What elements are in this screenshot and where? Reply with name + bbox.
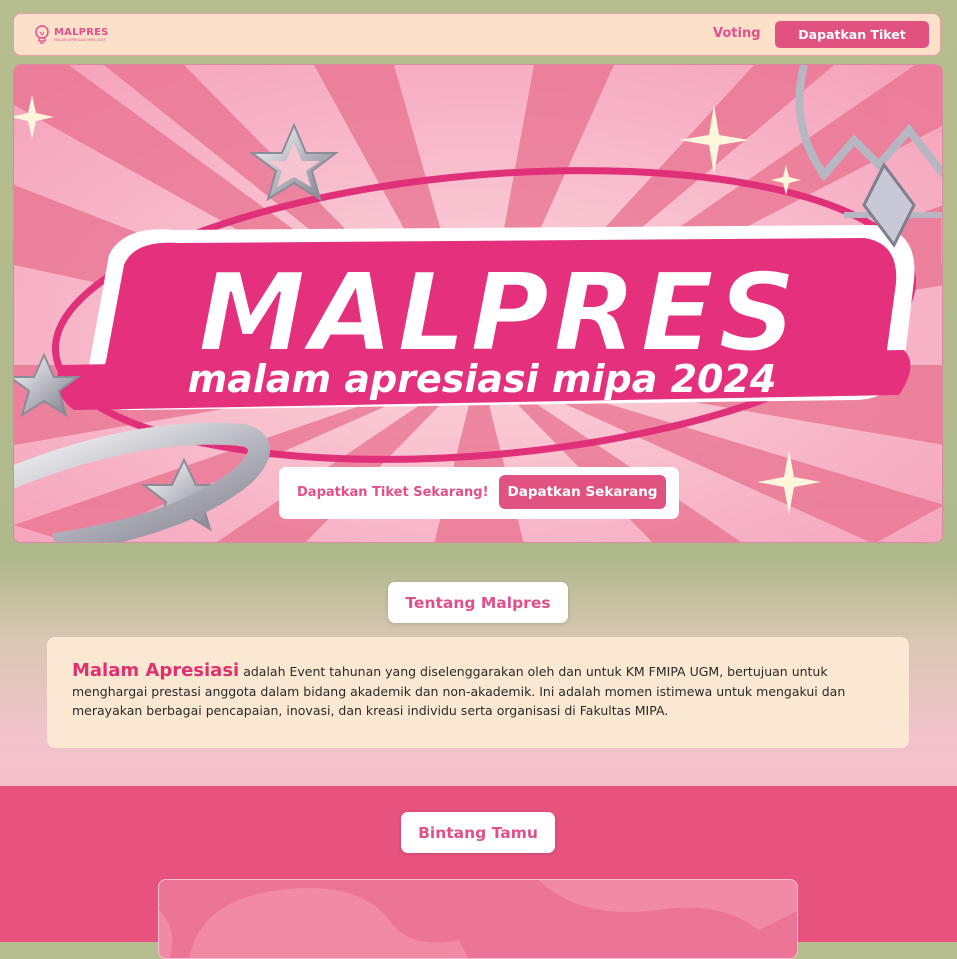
hero-cta-box: Dapatkan Tiket Sekarang! Dapatkan Sekara… xyxy=(279,467,679,519)
logo-name: MALPRES xyxy=(54,26,109,38)
get-ticket-button[interactable]: Dapatkan Tiket xyxy=(775,21,929,48)
get-now-button[interactable]: Dapatkan Sekarang xyxy=(499,475,666,509)
hero-banner: MALPRES malam apresiasi mipa 2024 Dapatk… xyxy=(13,64,943,543)
voting-link[interactable]: Voting xyxy=(713,26,761,41)
navbar: MALPRES MALAM APRESIASI MIPA 2024 Voting… xyxy=(13,13,941,56)
about-heading: Tentang Malpres xyxy=(388,582,568,623)
logo-subtitle: MALAM APRESIASI MIPA 2024 xyxy=(54,37,106,42)
guest-section: Bintang Tamu xyxy=(0,786,957,959)
about-card: Malam Apresiasi adalah Event tahunan yan… xyxy=(47,637,909,748)
hero-cta-text: Dapatkan Tiket Sekarang! xyxy=(297,485,489,500)
lightbulb-icon xyxy=(35,25,49,44)
logo[interactable]: MALPRES MALAM APRESIASI MIPA 2024 xyxy=(34,25,109,45)
hero-subtitle: malam apresiasi mipa 2024 xyxy=(188,357,777,401)
guest-card-pattern xyxy=(159,880,797,958)
guest-card xyxy=(158,879,798,959)
about-highlight: Malam Apresiasi xyxy=(72,660,240,681)
guest-heading: Bintang Tamu xyxy=(401,812,555,853)
